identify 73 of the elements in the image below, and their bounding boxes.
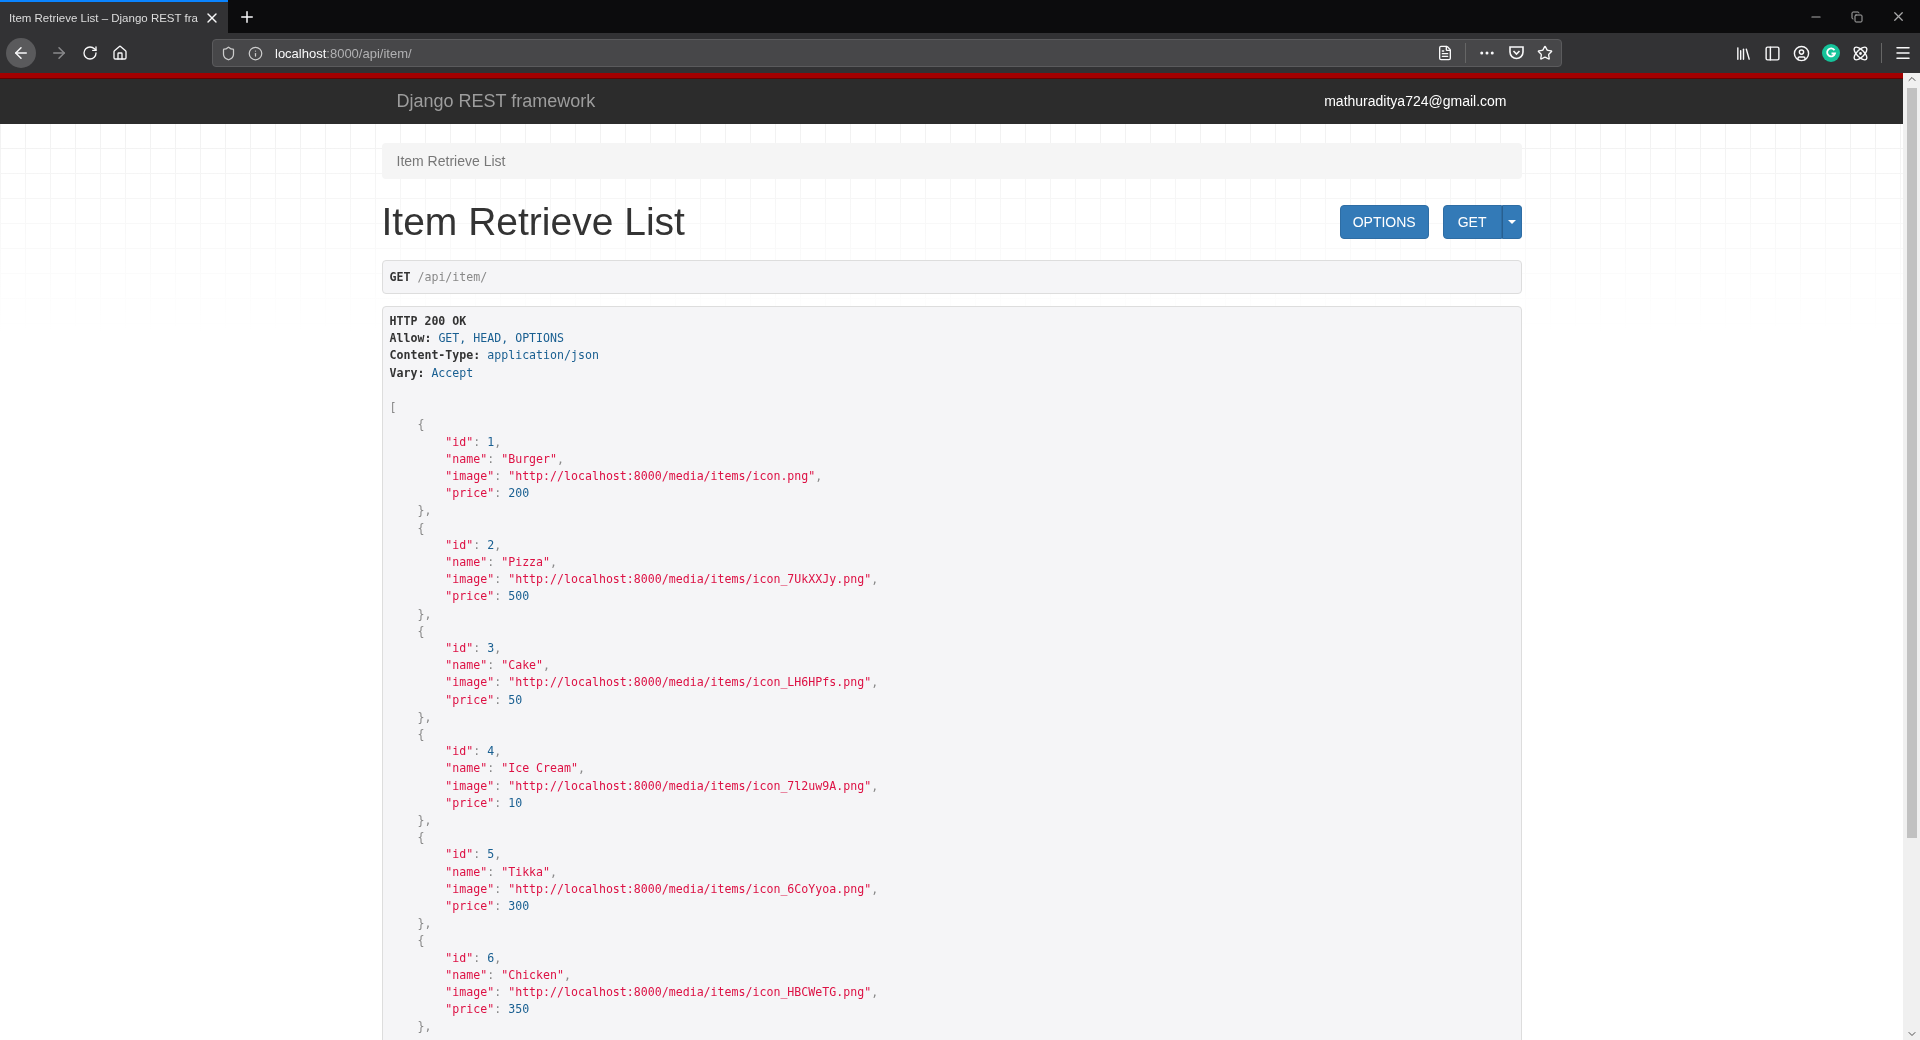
reload-icon[interactable]: [82, 45, 98, 61]
json-line: "name": "Burger",: [444, 450, 565, 468]
json-line: "id": 1,: [444, 433, 503, 451]
json-line: "id": 2,: [444, 536, 503, 554]
restore-icon[interactable]: [1851, 10, 1863, 23]
json-line: },: [416, 502, 433, 520]
forward-icon[interactable]: [50, 44, 68, 62]
pocket-icon[interactable]: [1508, 45, 1525, 61]
caret-icon: [1507, 220, 1516, 224]
breadcrumb-item: Item Retrieve List: [396, 153, 506, 169]
page-title: Item Retrieve List: [381, 200, 685, 244]
header-line: Content-Type: application/json: [389, 347, 600, 365]
json-line: "price": 300: [444, 898, 531, 915]
home-icon[interactable]: [112, 45, 128, 61]
json-line: {: [416, 932, 426, 950]
header-line: Allow: GET, HEAD, OPTIONS: [389, 330, 565, 348]
url-text: localhost:8000/api/item/: [275, 45, 413, 61]
json-line: "id": 6,: [444, 949, 503, 967]
json-line: "image": "http://localhost:8000/media/items/icon_LH6HPfs.png",: [444, 674, 880, 692]
json-line: "price": 350: [444, 1001, 531, 1019]
star-icon[interactable]: [1537, 45, 1553, 61]
json-line: "name": "Cake",: [444, 657, 552, 675]
tab-title: Item Retrieve List – Django REST fra: [9, 11, 198, 24]
shield-icon[interactable]: [221, 45, 236, 61]
json-line: {: [416, 622, 426, 640]
brand-link[interactable]: Django REST framework: [396, 90, 596, 112]
json-line: "price": 200: [444, 485, 531, 503]
reader-icon[interactable]: [1437, 45, 1453, 61]
json-line: [: [389, 399, 398, 417]
get-button[interactable]: GET: [1442, 205, 1502, 239]
close-icon[interactable]: [1891, 9, 1906, 24]
json-line: "price": 10: [444, 794, 524, 812]
atom-icon[interactable]: [1852, 44, 1869, 62]
json-line: },: [416, 605, 433, 623]
json-line: "image": "http://localhost:8000/media/items/icon_6CoYyoa.png",: [444, 880, 880, 898]
status-line: HTTP 200 OK: [389, 313, 468, 330]
info-icon[interactable]: [248, 45, 263, 61]
json-line: },: [416, 812, 433, 829]
json-line: },: [416, 1018, 433, 1036]
library-icon[interactable]: [1735, 44, 1752, 62]
json-line: "image": "http://localhost:8000/media/items/icon.png",: [444, 467, 824, 485]
json-line: "name": "Ice Cream",: [444, 760, 586, 778]
json-line: "name": "Tikka",: [444, 863, 559, 881]
json-line: "id": 5,: [444, 846, 503, 864]
account-icon[interactable]: [1793, 44, 1810, 62]
request-line: GET /api/item/: [389, 270, 488, 284]
json-line: {: [416, 725, 426, 743]
json-line: "id": 4,: [444, 743, 503, 761]
dropdown-toggle[interactable]: [1501, 205, 1522, 239]
json-line: "price": 500: [444, 588, 531, 606]
json-line: "image": "http://localhost:8000/media/items/icon_7UkXXJy.png",: [444, 571, 880, 589]
json-line: "price": 50: [444, 691, 524, 709]
menu-icon[interactable]: [1894, 44, 1912, 62]
sidebar-icon[interactable]: [1764, 44, 1781, 62]
json-line: "image": "http://localhost:8000/media/items/icon_HBCWeTG.png",: [444, 984, 880, 1001]
json-line: },: [416, 708, 433, 726]
json-line: {: [416, 829, 426, 847]
browser-tab[interactable]: Item Retrieve List – Django REST fra: [0, 0, 228, 33]
json-line: {: [416, 416, 426, 434]
json-line: },: [416, 915, 433, 933]
grammarly-icon[interactable]: [1822, 44, 1840, 62]
json-line: {: [416, 519, 426, 537]
options-button[interactable]: OPTIONS: [1339, 205, 1429, 239]
back-icon[interactable]: [6, 38, 36, 68]
json-line: "id": 3,: [444, 639, 503, 657]
json-line: "image": "http://localhost:8000/media/items/icon_7l2uw9A.png",: [444, 777, 880, 795]
scroll-thumb[interactable]: [1906, 88, 1917, 838]
header-line: Vary: Accept: [389, 364, 475, 382]
json-line: "name": "Pizza",: [444, 553, 559, 571]
address-bar[interactable]: localhost:8000/api/item/: [212, 39, 1562, 67]
json-line: "name": "Chicken",: [444, 966, 572, 984]
user-link[interactable]: mathuraditya724@gmail.com: [1324, 93, 1507, 109]
scrollbar[interactable]: [1903, 73, 1920, 1040]
